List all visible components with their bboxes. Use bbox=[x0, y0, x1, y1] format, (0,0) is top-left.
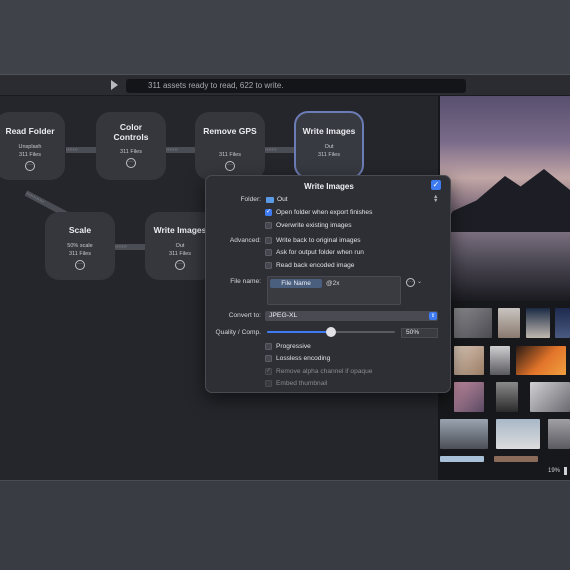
play-icon[interactable] bbox=[111, 80, 118, 90]
thumbnail[interactable] bbox=[496, 419, 540, 449]
panel-title: Write Images bbox=[304, 182, 354, 191]
node-scale[interactable]: Scale 50% scale 311 Files ··· bbox=[45, 212, 115, 280]
advanced-label: Advanced: bbox=[229, 237, 261, 244]
thumbnail[interactable] bbox=[548, 419, 570, 449]
convert-value: JPEG-XL bbox=[269, 312, 298, 319]
connector: ››››››› bbox=[66, 147, 96, 153]
node-read-folder[interactable]: Read Folder Unsplash 311 Files ··· bbox=[0, 112, 65, 180]
thumbnail[interactable] bbox=[454, 308, 492, 338]
filename-suffix: @2x bbox=[326, 280, 340, 287]
node-color-controls[interactable]: Color Controls 311 Files ··· bbox=[96, 112, 166, 180]
node-count: 311 Files bbox=[69, 251, 91, 257]
overwrite-checkbox[interactable] bbox=[265, 222, 272, 229]
connector: ››››››› bbox=[115, 244, 145, 250]
thumbnail[interactable] bbox=[440, 456, 484, 462]
node-remove-gps[interactable]: Remove GPS 311 Files ··· bbox=[195, 112, 265, 180]
lossless-label: Lossless encoding bbox=[276, 355, 331, 362]
more-icon[interactable]: ··· bbox=[126, 158, 136, 168]
chevron-down-icon[interactable]: ⌄ bbox=[417, 278, 422, 285]
quality-slider-thumb[interactable] bbox=[326, 327, 336, 337]
lake-reflection bbox=[440, 232, 570, 301]
quality-slider[interactable] bbox=[267, 327, 395, 337]
status-field: 311 assets ready to read, 622 to write. bbox=[126, 79, 466, 93]
write-back-label: Write back to original images bbox=[276, 237, 361, 244]
thumbnail[interactable] bbox=[516, 346, 566, 375]
thumbnail[interactable] bbox=[526, 308, 550, 338]
node-count: 311 Files bbox=[120, 149, 142, 155]
node-title: Color Controls bbox=[113, 122, 149, 142]
lossless-checkbox[interactable] bbox=[265, 355, 272, 362]
more-icon[interactable]: ··· bbox=[25, 161, 35, 171]
open-folder-checkbox[interactable]: ✓ bbox=[265, 209, 272, 216]
remove-alpha-checkbox: ✓ bbox=[265, 368, 272, 375]
filename-token[interactable]: File Name bbox=[270, 279, 322, 288]
mountain-shape bbox=[440, 169, 570, 232]
filename-label: File name: bbox=[230, 278, 261, 285]
ask-output-checkbox[interactable] bbox=[265, 249, 272, 256]
top-margin bbox=[0, 0, 570, 74]
connector: ››››››› bbox=[265, 147, 295, 153]
thumbnail[interactable] bbox=[494, 456, 538, 462]
node-title: Remove GPS bbox=[203, 126, 257, 136]
convert-label: Convert to: bbox=[228, 312, 261, 319]
node-write-images-selected[interactable]: Write Images Out 311 Files bbox=[294, 111, 364, 179]
thumbnail[interactable] bbox=[454, 382, 484, 412]
node-subtitle: Unsplash bbox=[18, 144, 42, 150]
preview-image bbox=[440, 96, 570, 301]
node-title: Scale bbox=[68, 225, 92, 235]
updown-icon[interactable]: ▲ ▼ bbox=[433, 194, 438, 204]
node-subtitle: Out bbox=[324, 144, 334, 150]
quality-slider-fill bbox=[267, 331, 331, 333]
quality-field[interactable]: 50% bbox=[401, 328, 438, 338]
overwrite-label: Overwrite existing images bbox=[276, 222, 352, 229]
folder-label: Folder: bbox=[240, 196, 261, 203]
more-icon[interactable]: ··· bbox=[225, 161, 235, 171]
progressive-checkbox[interactable] bbox=[265, 343, 272, 350]
embed-thumbnail-label: Embed thumbnail bbox=[276, 380, 328, 387]
preview-pane[interactable] bbox=[438, 96, 570, 480]
thumbnail[interactable] bbox=[530, 382, 570, 412]
convert-select[interactable]: JPEG-XL ⇕ bbox=[265, 311, 438, 321]
node-count: 311 Files bbox=[219, 152, 241, 158]
open-folder-label: Open folder when export finishes bbox=[276, 209, 373, 216]
more-icon[interactable]: ··· bbox=[175, 260, 185, 270]
toolbar: 311 assets ready to read, 622 to write. bbox=[0, 74, 570, 96]
read-back-checkbox[interactable] bbox=[265, 262, 272, 269]
more-icon[interactable]: ··· bbox=[75, 260, 85, 270]
folder-icon bbox=[266, 197, 274, 203]
node-title: Read Folder bbox=[5, 126, 55, 136]
thumbnail[interactable] bbox=[490, 346, 510, 375]
quality-label: Quality / Comp. bbox=[215, 329, 261, 336]
ask-output-label: Ask for output folder when run bbox=[276, 249, 364, 256]
thumbnail[interactable] bbox=[498, 308, 520, 338]
connector: ››››››› bbox=[166, 147, 196, 153]
thumbnail[interactable] bbox=[454, 346, 484, 375]
node-count: 311 Files bbox=[318, 152, 340, 158]
folder-popup[interactable]: Out bbox=[277, 196, 288, 203]
thumbnail[interactable] bbox=[496, 382, 518, 412]
thumbnail[interactable] bbox=[555, 308, 570, 338]
enabled-checkbox[interactable]: ✓ bbox=[431, 180, 441, 190]
read-back-label: Read back encoded image bbox=[276, 262, 355, 269]
thumbnail[interactable] bbox=[440, 419, 488, 449]
progressive-label: Progressive bbox=[276, 343, 311, 350]
remove-alpha-label: Remove alpha channel if opaque bbox=[276, 368, 373, 375]
node-subtitle: 50% scale bbox=[67, 243, 93, 249]
zoom-level: 19% bbox=[548, 468, 561, 474]
zoom-handle[interactable] bbox=[564, 467, 567, 475]
bottom-margin bbox=[0, 480, 570, 570]
node-count: 311 Files bbox=[19, 152, 41, 158]
write-back-checkbox[interactable] bbox=[265, 237, 272, 244]
select-arrows-icon: ⇕ bbox=[429, 312, 437, 320]
node-title: Write Images bbox=[302, 126, 356, 136]
token-menu-icon[interactable]: ··· bbox=[406, 278, 415, 287]
embed-thumbnail-checkbox bbox=[265, 380, 272, 387]
